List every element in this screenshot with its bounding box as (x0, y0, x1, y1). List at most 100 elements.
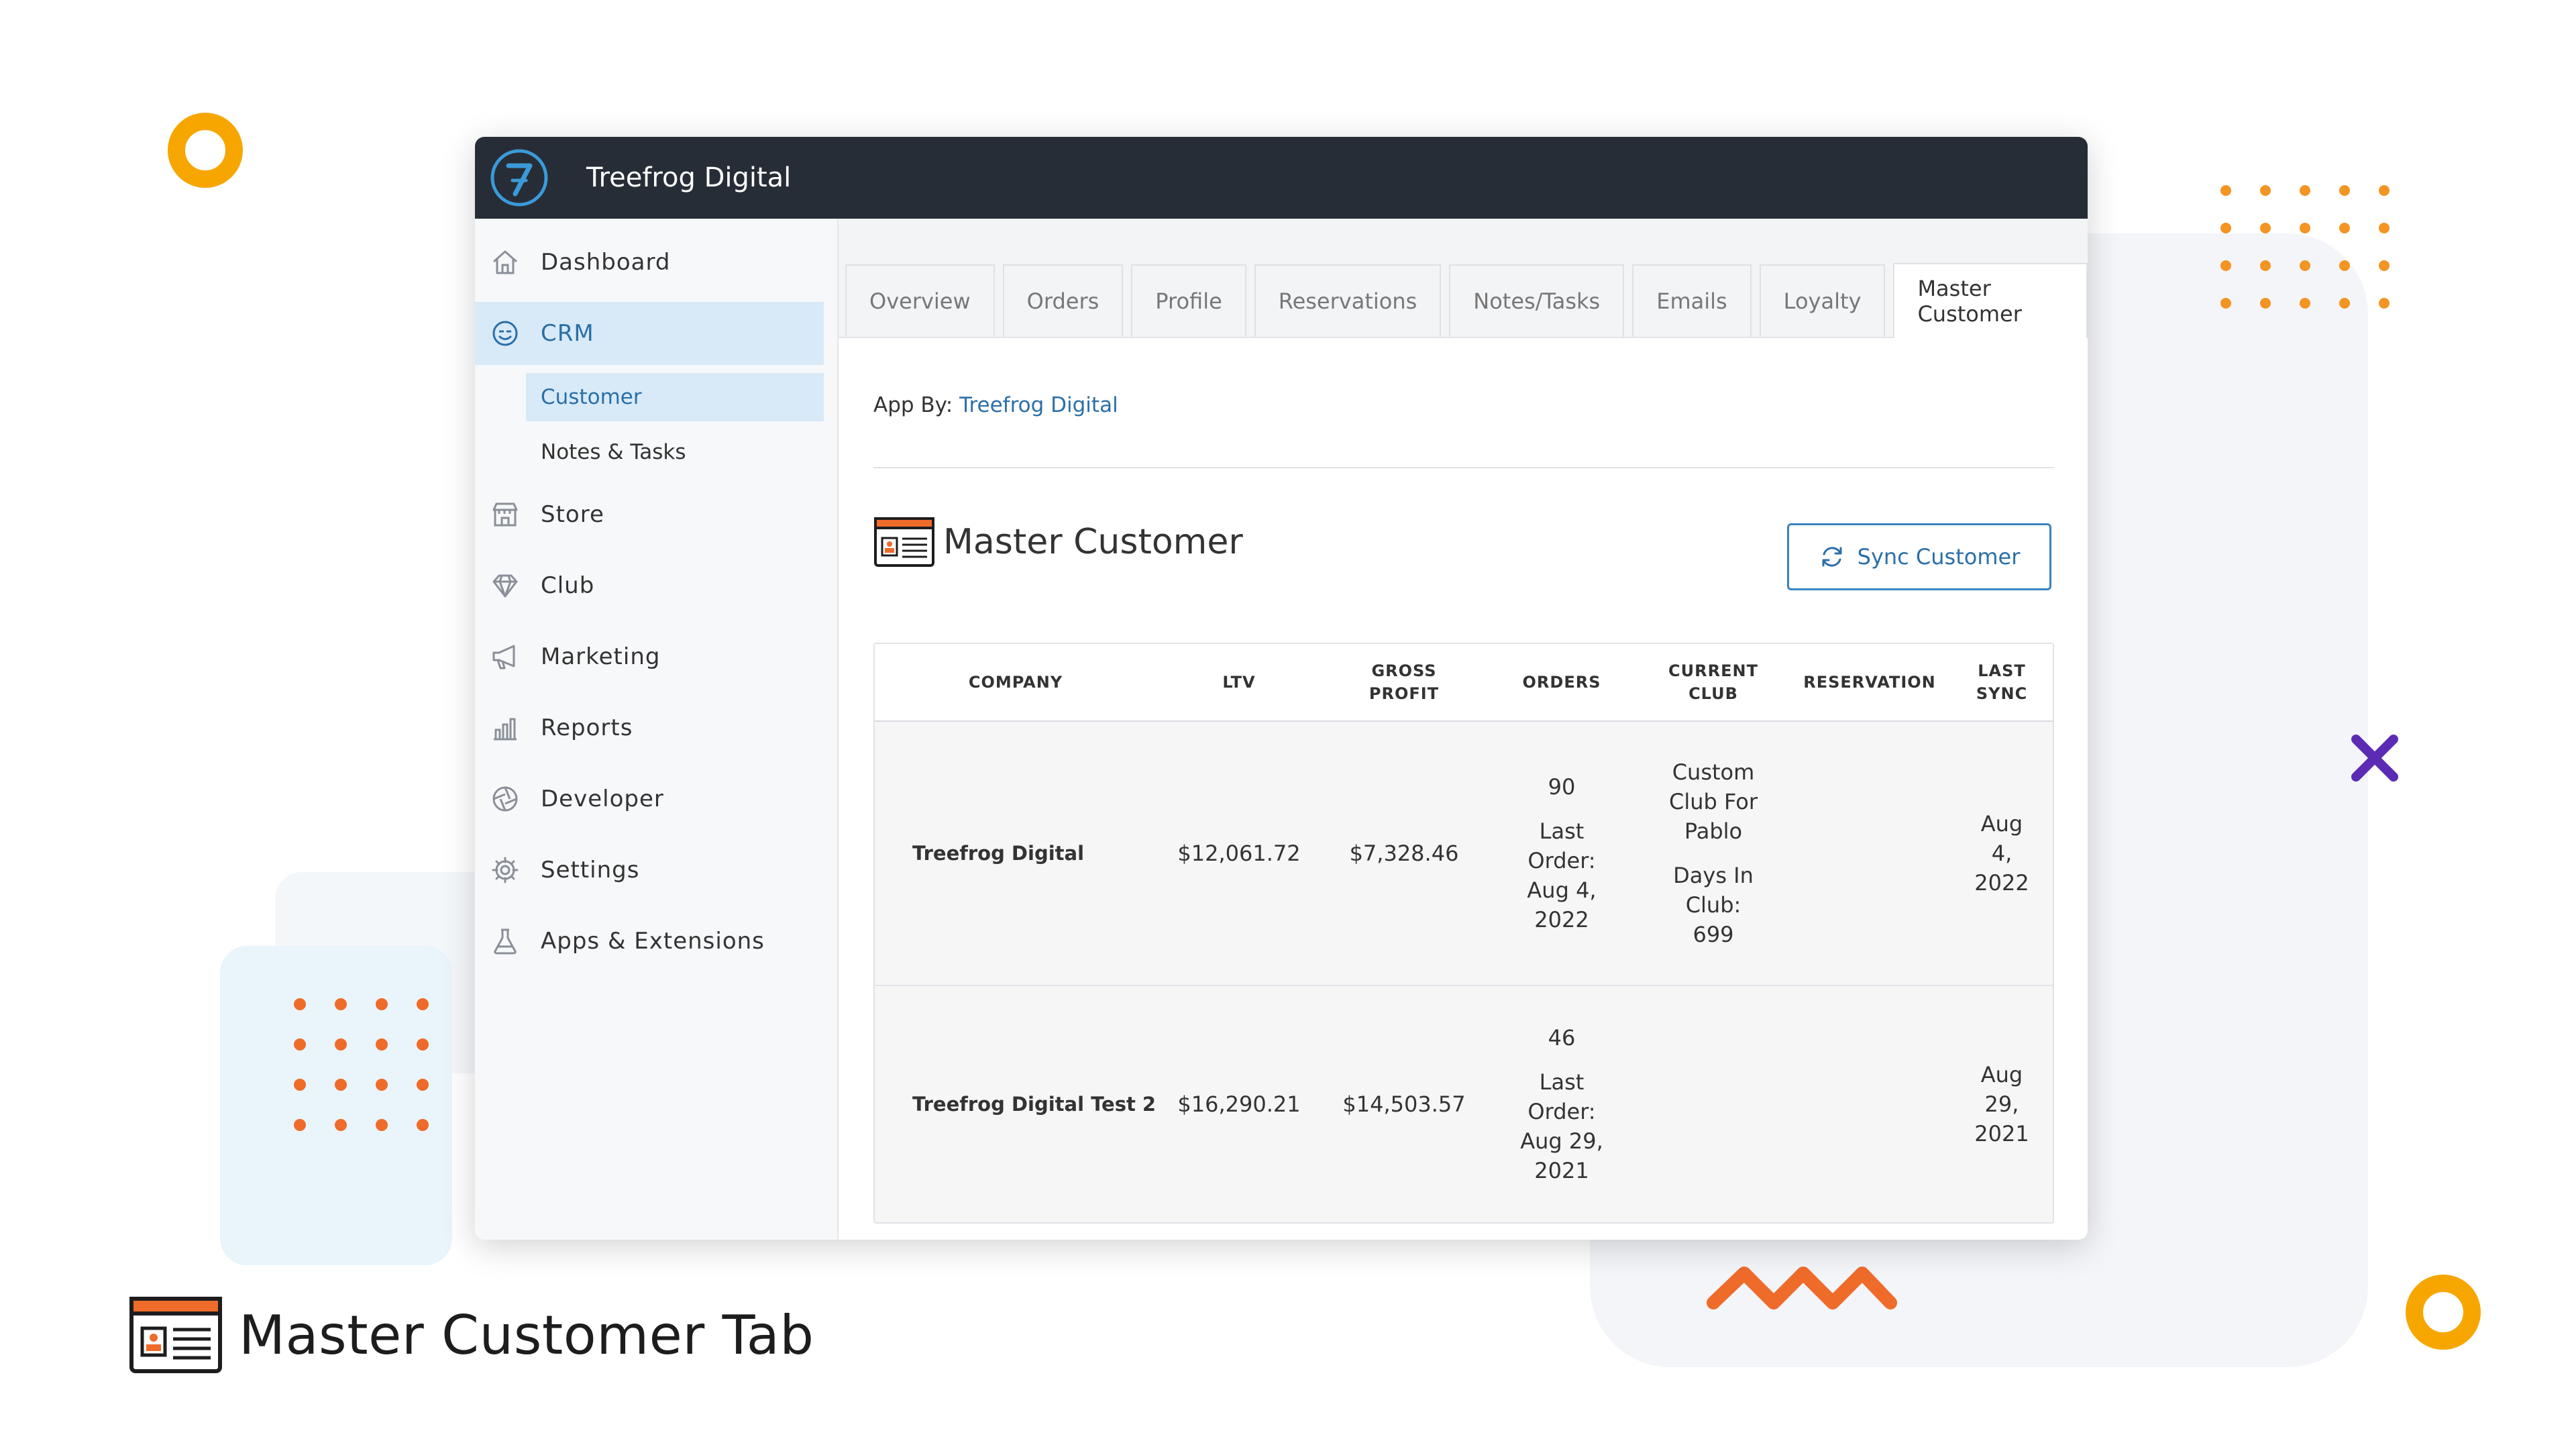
club-name-line: Club For (1669, 789, 1758, 814)
header-line: PROFIT (1368, 684, 1440, 703)
tab-notes-tasks[interactable]: Notes/Tasks (1449, 264, 1625, 337)
top-bar: Treefrog Digital (475, 137, 2088, 219)
column-header-ltv[interactable]: LTV (1157, 644, 1322, 720)
orders-last-line: 2022 (1534, 907, 1589, 932)
section-title: Master Customer (873, 517, 1243, 568)
table-row[interactable]: Treefrog Digital Test 2 $16,290.21 $14,5… (875, 986, 2053, 1222)
customer-card-icon (129, 1297, 222, 1373)
app-by-line: App By: Treefrog Digital (873, 393, 2054, 417)
sidebar-item-marketing[interactable]: Marketing (475, 625, 824, 688)
orders-last-line: Order: (1527, 1099, 1596, 1124)
cell-orders: 90 Last Order: Aug 4, 2022 (1487, 722, 1637, 985)
header-line: CURRENT (1668, 661, 1758, 680)
decorative-zigzag-icon (1707, 1267, 1897, 1309)
decorative-dot-grid (2220, 185, 2390, 309)
header-line: SYNC (1976, 684, 2028, 703)
sidebar-item-reports[interactable]: Reports (475, 696, 824, 759)
cell-gross-profit: $14,503.57 (1342, 1091, 1466, 1117)
refresh-icon (1822, 547, 1842, 567)
gear-icon (490, 855, 521, 885)
sidebar-item-dashboard[interactable]: Dashboard (475, 231, 824, 294)
sidebar-item-crm[interactable]: CRM (475, 302, 824, 365)
sidebar-item-label: Club (541, 572, 595, 599)
sidebar-item-label: Store (541, 501, 604, 528)
club-name-line: Pablo (1684, 818, 1743, 844)
sidebar-item-store[interactable]: Store (475, 483, 824, 546)
header-line: CLUB (1688, 684, 1738, 703)
orders-last-line: Aug 4, (1527, 877, 1597, 903)
section-title-text: Master Customer (943, 522, 1243, 562)
column-header-last-sync[interactable]: LAST SYNC (1949, 644, 2054, 720)
last-sync-line: Aug (1980, 1062, 2023, 1087)
section-header: Master Customer Sync Customer (873, 468, 2054, 643)
sidebar-item-apps-extensions[interactable]: Apps & Extensions (475, 910, 824, 973)
tab-profile[interactable]: Profile (1131, 264, 1246, 337)
sync-customer-label: Sync Customer (1857, 544, 2021, 570)
cell-current-club: Custom Club For Pablo Days In Club: 699 (1637, 722, 1790, 985)
chart-icon (490, 712, 521, 743)
orders-last-line: Last (1539, 818, 1585, 844)
master-customer-table: COMPANY LTV GROSS PROFIT ORDERS CURRENT CL… (873, 643, 2054, 1224)
tab-reservations[interactable]: Reservations (1254, 264, 1442, 337)
sidebar-item-developer[interactable]: Developer (475, 767, 824, 830)
sync-customer-button[interactable]: Sync Customer (1787, 523, 2051, 590)
last-sync-line: Aug (1980, 811, 2023, 837)
sidebar-item-label: Developer (541, 786, 664, 812)
cell-last-sync: Aug 4, 2022 (1949, 722, 2054, 985)
app-by-link[interactable]: Treefrog Digital (959, 393, 1118, 417)
last-sync-line: 29, (1984, 1091, 2019, 1117)
aperture-icon (490, 784, 521, 814)
brand-logo-icon[interactable] (488, 147, 550, 209)
orders-last-line: Aug 29, (1520, 1128, 1603, 1154)
megaphone-icon (490, 641, 521, 672)
sidebar-item-club[interactable]: Club (475, 554, 824, 617)
brand-name: Treefrog Digital (586, 162, 792, 193)
sidebar-subitem-customer[interactable]: Customer (526, 373, 824, 421)
tab-overview[interactable]: Overview (845, 264, 995, 337)
tab-loyalty[interactable]: Loyalty (1759, 264, 1886, 337)
tab-bar: Overview Orders Profile Reservations Not… (839, 219, 2088, 338)
last-sync-line: 2021 (1974, 1121, 2029, 1146)
club-days-line: Days In (1673, 863, 1754, 888)
cell-reservation (1790, 722, 1949, 985)
column-header-reservation[interactable]: RESERVATION (1790, 644, 1949, 720)
club-name-line: Custom (1672, 759, 1755, 785)
tab-emails[interactable]: Emails (1632, 264, 1752, 337)
tab-content: App By: Treefrog Digital Master Customer (873, 338, 2054, 1224)
column-header-current-club[interactable]: CURRENT CLUB (1637, 644, 1790, 720)
sidebar-item-settings[interactable]: Settings (475, 839, 824, 902)
last-sync-line: 2022 (1974, 870, 2029, 896)
home-icon (490, 247, 521, 278)
club-days-line: 699 (1693, 922, 1734, 947)
orders-count: 46 (1548, 1025, 1576, 1051)
column-header-orders[interactable]: ORDERS (1487, 644, 1637, 720)
orders-last-line: Last (1539, 1069, 1585, 1095)
cell-reservation (1790, 986, 1949, 1222)
decorative-x-icon (2351, 735, 2398, 782)
orders-last-line: 2021 (1534, 1158, 1589, 1183)
cell-company: Treefrog Digital Test 2 (912, 1093, 1157, 1116)
sidebar-item-label: CRM (541, 320, 594, 347)
table-row[interactable]: Treefrog Digital $12,061.72 $7,328.46 90… (875, 722, 2053, 986)
tab-master-customer[interactable]: Master Customer (1893, 263, 2088, 338)
column-header-gross-profit[interactable]: GROSS PROFIT (1322, 644, 1487, 720)
decorative-dot-grid (294, 998, 429, 1131)
tab-orders[interactable]: Orders (1002, 264, 1124, 337)
decorative-ring-icon (2406, 1275, 2481, 1350)
flask-icon (490, 926, 521, 957)
cell-current-club (1637, 986, 1790, 1222)
store-icon (490, 499, 521, 530)
club-days-line: Club: (1685, 892, 1741, 918)
column-header-company[interactable]: COMPANY (875, 644, 1157, 720)
customer-card-icon (874, 517, 934, 567)
sidebar-item-label: Reports (541, 714, 633, 741)
sidebar-item-label: Marketing (541, 643, 661, 670)
diamond-icon (490, 570, 521, 601)
main-panel: Overview Orders Profile Reservations Not… (839, 219, 2088, 1240)
sidebar-subitem-notes-tasks[interactable]: Notes & Tasks (526, 428, 824, 476)
header-line: LAST (1978, 661, 2026, 680)
sidebar: Dashboard CRM Customer Notes & Tasks Sto… (475, 219, 839, 1240)
feature-caption: Master Customer Tab (129, 1296, 814, 1374)
cell-ltv: $12,061.72 (1177, 841, 1301, 866)
cell-orders: 46 Last Order: Aug 29, 2021 (1487, 986, 1637, 1222)
